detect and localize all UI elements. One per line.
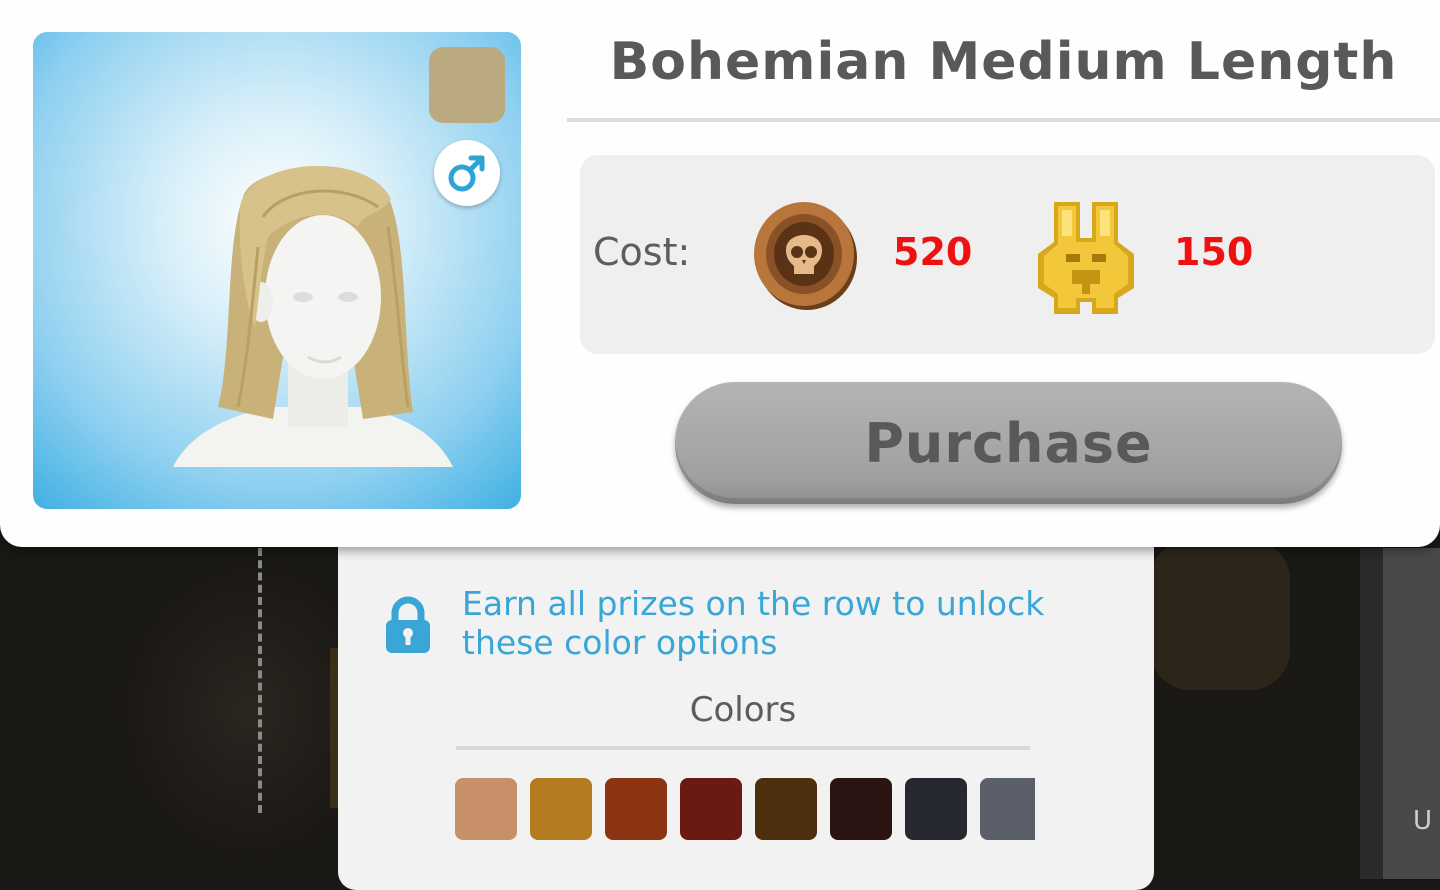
- background-dashed-line: [258, 548, 262, 813]
- color-swatch[interactable]: [530, 778, 592, 840]
- token-cost-value: 150: [1174, 230, 1254, 274]
- cost-box: [580, 155, 1435, 354]
- cost-label: Cost:: [593, 230, 691, 274]
- avatar-hair-preview: [173, 165, 453, 467]
- background-object: [1150, 540, 1290, 690]
- color-swatch[interactable]: [830, 778, 892, 840]
- colors-divider: [456, 746, 1030, 750]
- item-title: Bohemian Medium Length: [609, 32, 1398, 92]
- item-detail-card: Bohemian Medium Length Cost: 520 150 Pur…: [0, 0, 1440, 547]
- color-swatch[interactable]: [980, 778, 1035, 840]
- color-swatch[interactable]: [455, 778, 517, 840]
- color-swatch[interactable]: [605, 778, 667, 840]
- purchase-button[interactable]: Purchase: [675, 382, 1342, 504]
- color-swatch-row: [455, 778, 1035, 840]
- colors-title: Colors: [689, 690, 797, 730]
- unlock-message-line-2: these color options: [462, 623, 778, 662]
- color-swatch[interactable]: [680, 778, 742, 840]
- purchase-button-label: Purchase: [864, 411, 1153, 475]
- golden-token-icon: [1038, 202, 1134, 314]
- gender-toggle-button[interactable]: [434, 140, 500, 206]
- item-preview: [33, 32, 521, 509]
- male-symbol-icon: [448, 155, 485, 192]
- coin-cost-value: 520: [893, 230, 973, 274]
- color-swatch[interactable]: [755, 778, 817, 840]
- unlock-message: Earn all prizes on the row to unlock the…: [462, 584, 1142, 662]
- background-panel-edge: [1360, 548, 1383, 879]
- color-swatch[interactable]: [905, 778, 967, 840]
- hair-color-chip[interactable]: [429, 47, 505, 123]
- skull-coin-icon: [754, 202, 857, 310]
- title-divider: [567, 118, 1440, 122]
- background-partial-label: U: [1413, 806, 1433, 836]
- padlock-icon: [386, 596, 430, 653]
- unlock-message-line-1: Earn all prizes on the row to unlock: [462, 584, 1045, 623]
